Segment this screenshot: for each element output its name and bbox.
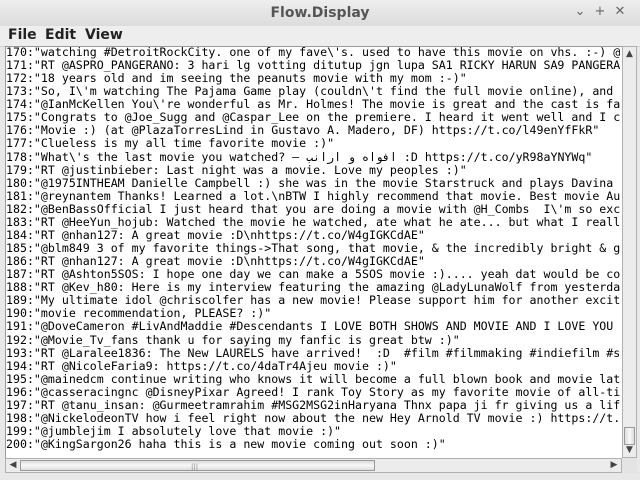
scroll-right-arrow-icon[interactable]: ▶: [607, 459, 621, 472]
scroll-up-arrow-icon[interactable]: ▲: [623, 47, 636, 61]
scroll-corner: [622, 458, 637, 473]
scroll-left-arrow-icon[interactable]: ◀: [6, 459, 20, 472]
menu-view[interactable]: View: [85, 27, 123, 43]
app-window: Flow.Display ⌄ + ✕ File Edit View 170:"w…: [0, 0, 640, 480]
maximize-icon[interactable]: +: [592, 4, 608, 19]
menu-file[interactable]: File: [8, 27, 37, 43]
horizontal-scrollbar[interactable]: ◀ ||| ▶: [5, 458, 622, 473]
window-title: Flow.Display: [270, 5, 370, 21]
menu-bar: File Edit View: [0, 26, 640, 47]
minimize-icon[interactable]: ⌄: [572, 4, 588, 19]
horizontal-scroll-thumb[interactable]: |||: [20, 460, 375, 471]
close-icon[interactable]: ✕: [612, 4, 628, 19]
output-text-area[interactable]: 170:"watching #DetroitRockCity. one of m…: [5, 46, 624, 460]
vertical-scrollbar[interactable]: ▲ ▼: [622, 46, 637, 458]
title-bar[interactable]: Flow.Display ⌄ + ✕: [0, 0, 640, 27]
menu-edit[interactable]: Edit: [45, 27, 76, 43]
text-line: 200:"@KingSargon26 haha this is a new mo…: [6, 437, 446, 452]
scroll-down-arrow-icon[interactable]: ▼: [623, 443, 636, 457]
